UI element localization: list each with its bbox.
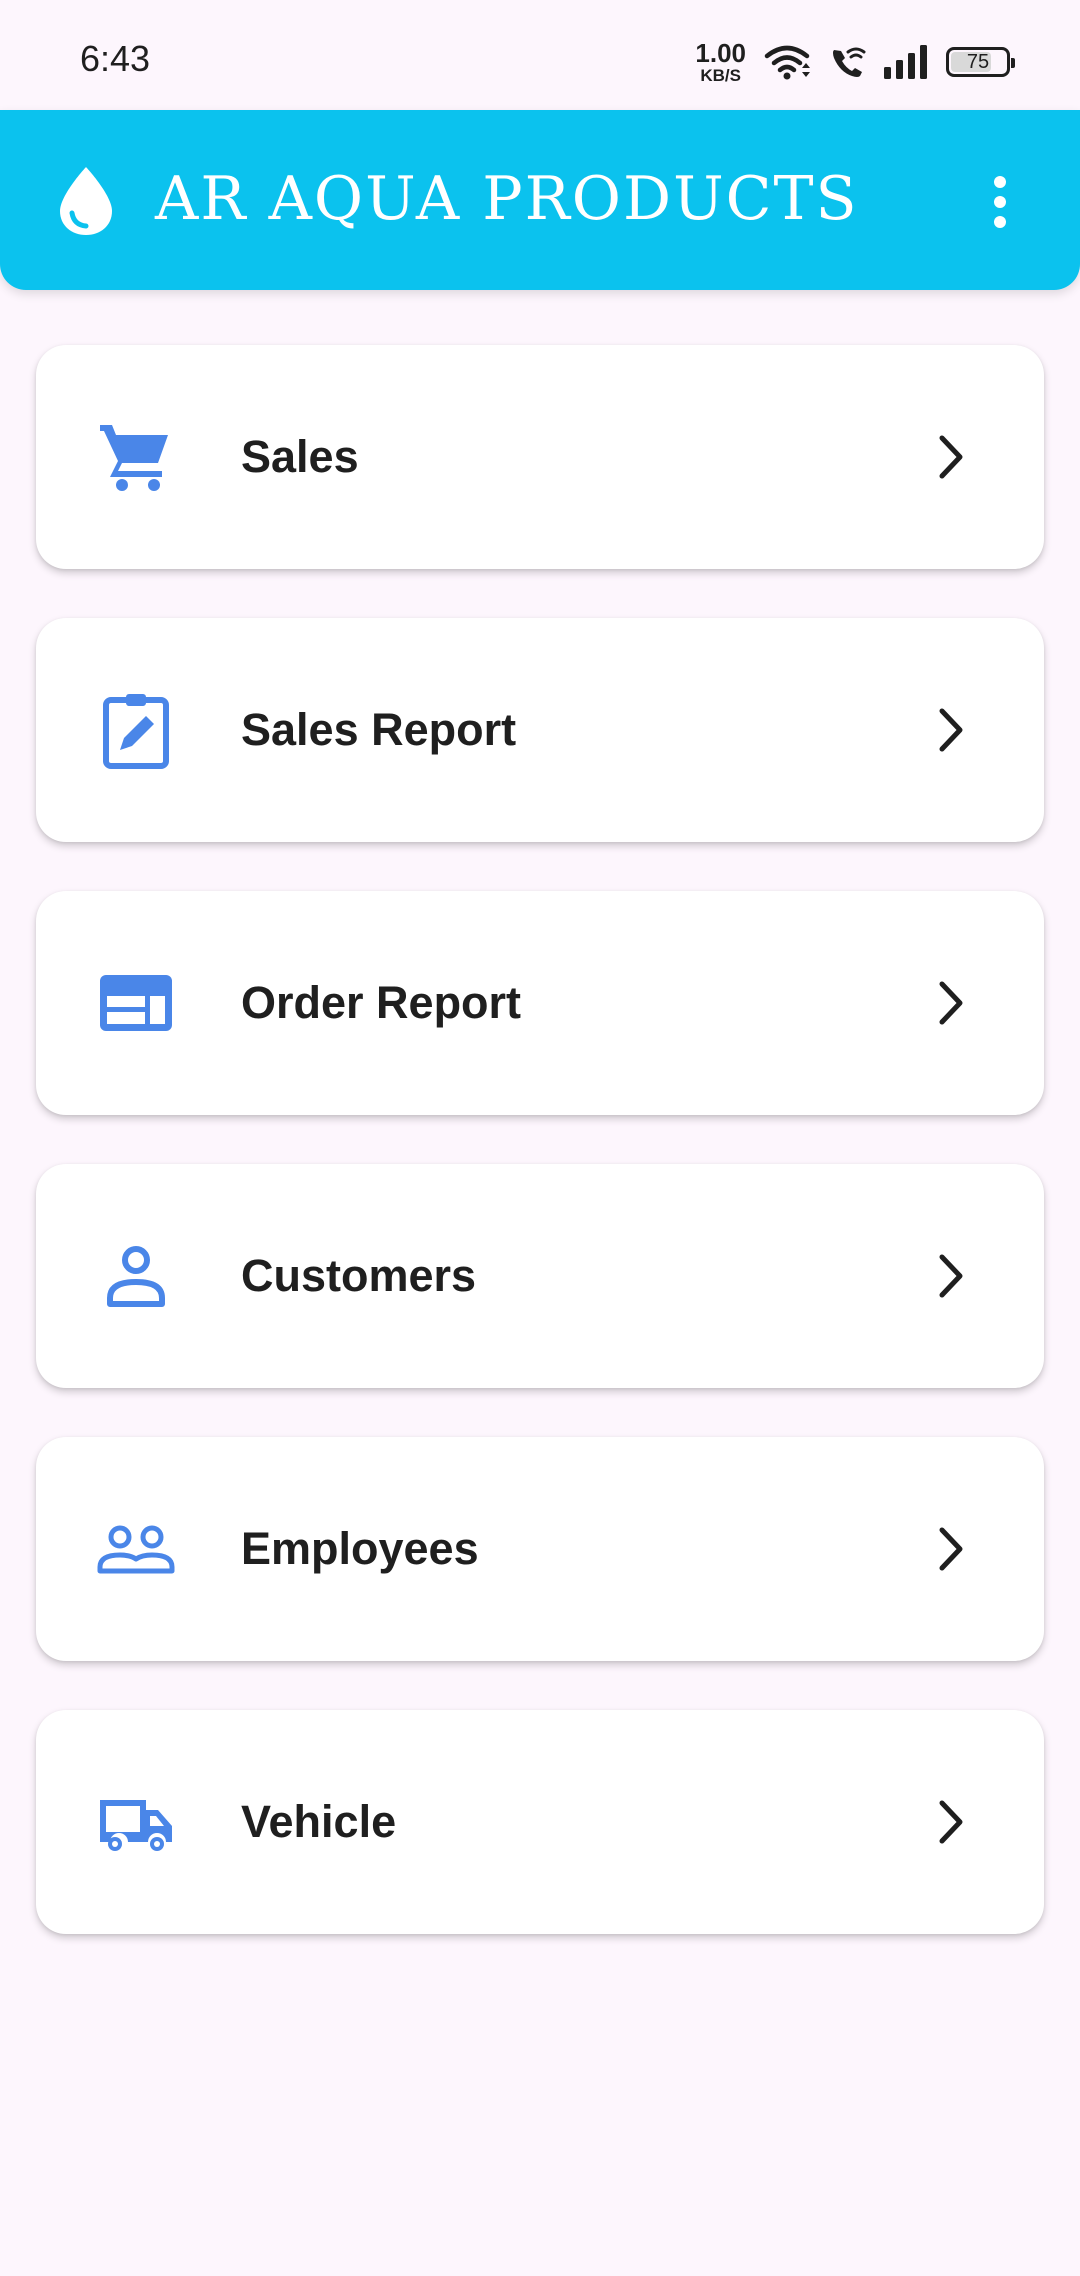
chevron-right-icon (939, 1527, 963, 1571)
status-icons: 1.00 KB/S 75 (695, 38, 1015, 86)
menu-item-label: Customers (241, 1250, 477, 1301)
shopping-cart-icon (100, 425, 168, 491)
network-speed-value: 1.00 (695, 38, 746, 68)
cell-signal-icon (884, 45, 927, 79)
network-speed-unit: KB/S (700, 66, 741, 85)
menu-item-label: Order Report (241, 977, 522, 1028)
menu-item-sales[interactable]: Sales (36, 345, 1044, 569)
menu-item-sales-report[interactable]: Sales Report (36, 618, 1044, 842)
app-title: AR AQUA PRODUCTS (155, 164, 859, 234)
overflow-dot (994, 196, 1006, 208)
main-menu-list: Sales Sales Report Order Report Customer… (36, 345, 1044, 1983)
truck-icon (100, 1800, 172, 1851)
chevron-right-icon (939, 1254, 963, 1298)
clipboard-edit-icon (103, 694, 169, 769)
web-card-icon (100, 975, 172, 1031)
menu-item-customers[interactable]: Customers (36, 1164, 1044, 1388)
menu-item-label: Sales Report (241, 704, 517, 755)
menu-item-order-report[interactable]: Order Report (36, 891, 1044, 1115)
water-drop-icon (60, 167, 112, 235)
menu-item-label: Vehicle (241, 1796, 397, 1847)
app-bar: AR AQUA PRODUCTS (0, 110, 1080, 290)
status-time: 6:43 (80, 38, 151, 79)
overflow-dot (994, 216, 1006, 228)
battery-icon: 75 (946, 47, 1015, 77)
chevron-right-icon (939, 981, 963, 1025)
people-icon (97, 1525, 175, 1574)
chevron-right-icon (939, 708, 963, 752)
network-speed: 1.00 KB/S (695, 40, 746, 84)
chevron-right-icon (939, 1800, 963, 1844)
menu-item-label: Sales (241, 431, 359, 482)
status-bar: 6:43 1.00 KB/S 75 (0, 0, 1080, 110)
person-icon (107, 1246, 165, 1307)
wifi-icon (764, 45, 810, 80)
more-vert-icon[interactable] (976, 170, 1024, 234)
wifi-calling-icon (833, 47, 866, 77)
overflow-dot (994, 176, 1006, 188)
battery-level: 75 (966, 50, 990, 73)
menu-item-label: Employees (241, 1523, 479, 1574)
chevron-right-icon (939, 435, 963, 479)
menu-item-vehicle[interactable]: Vehicle (36, 1710, 1044, 1934)
menu-item-employees[interactable]: Employees (36, 1437, 1044, 1661)
